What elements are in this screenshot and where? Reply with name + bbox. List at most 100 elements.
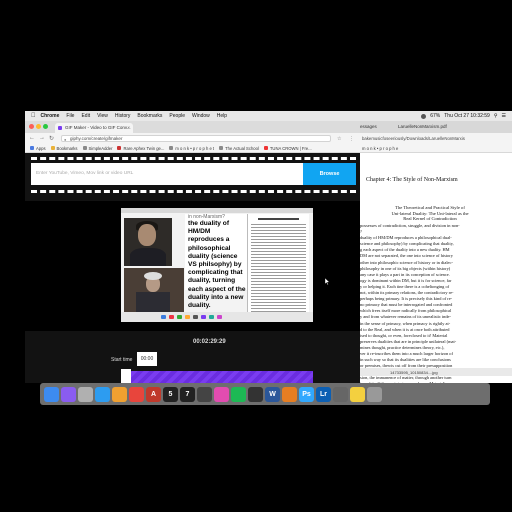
video-url-input[interactable]: Enter YouTube, Vimeo, Mov link or video … xyxy=(31,163,303,185)
doc-text-line xyxy=(251,230,306,231)
tab-pdf[interactable]: LaruelleNonMarxism.pdf xyxy=(398,124,447,129)
finder-icon[interactable] xyxy=(44,386,59,402)
menu-people[interactable]: People xyxy=(169,113,185,119)
video-preview[interactable]: in non-Marxism? the duality of HM/DM repr… xyxy=(25,201,360,331)
logic-icon[interactable] xyxy=(197,386,212,402)
more-icon[interactable]: ⋮ xyxy=(349,136,354,142)
bookmark-aphex[interactable]: Rare Aphex Twin ge... xyxy=(117,146,164,151)
terminal-icon[interactable] xyxy=(248,386,263,402)
tab-gif-maker[interactable]: GIF Maker - Video to GIF Conv... × xyxy=(55,123,133,133)
doc-text-line xyxy=(251,227,306,228)
bookmark-label: Apps xyxy=(36,145,46,151)
chapter-title: Chapter 4: The Style of Non-Marxism xyxy=(366,177,458,183)
bookmark-label: SimpleAdder xyxy=(88,145,113,151)
dock-icon xyxy=(201,315,206,319)
chrome-icon[interactable] xyxy=(129,386,144,402)
dictionary-icon[interactable]: A xyxy=(146,386,161,402)
bookmark-apps[interactable]: Apps xyxy=(30,146,46,151)
dock-icon xyxy=(217,315,222,319)
apps-icon xyxy=(30,146,34,150)
doc-text-line xyxy=(251,266,306,267)
page-icon xyxy=(263,146,268,150)
notes-icon[interactable] xyxy=(350,386,365,402)
giphy-favicon-icon xyxy=(58,126,62,130)
doc-text-line xyxy=(251,251,306,252)
browse-button[interactable]: Browse xyxy=(303,163,356,185)
bookmark-monk[interactable]: m o n k • p r o p h e t xyxy=(169,146,214,151)
browser-toolbar: ← → ↻ ● giphy.com/create/gifmaker ☆ ⋮ xyxy=(25,133,360,144)
doc-title-line xyxy=(258,218,299,220)
page-icon xyxy=(219,146,224,150)
dock-icon xyxy=(193,315,198,319)
menu-app-name[interactable]: Chrome xyxy=(41,113,60,119)
seven-icon[interactable]: 7 xyxy=(180,386,195,402)
safari-icon[interactable] xyxy=(95,386,110,402)
bookmark-school[interactable]: The Actual School xyxy=(219,146,259,151)
timeline-handle[interactable] xyxy=(121,369,131,383)
launchpad-icon[interactable] xyxy=(78,386,93,402)
search-icon[interactable]: ⚲ xyxy=(494,113,498,119)
doc-text-line xyxy=(251,263,306,264)
pdf-address-bar[interactable]: bakemusicfoseeriously/Downloads/Laruelle… xyxy=(360,133,512,144)
reload-icon[interactable]: ↻ xyxy=(49,135,54,142)
siri-icon[interactable] xyxy=(61,386,76,402)
clock[interactable]: Thu Oct 27 10:32:59 xyxy=(444,113,490,119)
timeline-track[interactable] xyxy=(121,371,313,383)
menu-view[interactable]: View xyxy=(97,113,108,119)
menu-file[interactable]: File xyxy=(66,113,74,119)
bookmark-label: m o n k • p r o p h e t xyxy=(175,145,215,151)
zoom-window-icon[interactable] xyxy=(43,124,48,129)
start-time-input[interactable]: 00:00 xyxy=(137,352,157,366)
doc-text-line xyxy=(251,275,306,276)
pdf-bookmarks-bar[interactable]: m o n k • p r o p h e xyxy=(360,144,512,153)
close-tab-icon[interactable]: × xyxy=(127,125,130,130)
doc-text-line xyxy=(251,308,306,309)
menu-history[interactable]: History xyxy=(115,113,131,119)
bookmark-bookmarks[interactable]: Bookmarks xyxy=(50,146,78,151)
app-icon[interactable] xyxy=(282,386,297,402)
menu-list-icon[interactable]: ☰ xyxy=(502,113,506,119)
menu-help[interactable]: Help xyxy=(217,113,227,119)
wifi-icon[interactable] xyxy=(421,113,427,119)
star-icon[interactable]: ☆ xyxy=(337,136,341,142)
itunes-icon[interactable] xyxy=(214,386,229,402)
video-browser-bar xyxy=(121,208,313,213)
status-area: 67% Thu Oct 27 10:32:59 ⚲ ☰ xyxy=(421,111,506,121)
doc-text-line xyxy=(251,239,306,240)
download-item[interactable]: 14733595_10150834....jpg xyxy=(390,370,438,375)
five-icon[interactable]: 5 xyxy=(163,386,178,402)
gif-controls: 00:02:29:29 Start time 00:00 xyxy=(25,331,360,383)
apple-menu-icon[interactable]:  xyxy=(31,113,36,119)
forward-icon[interactable]: → xyxy=(39,135,45,141)
ableton-icon[interactable] xyxy=(333,386,348,402)
trash-icon[interactable] xyxy=(367,386,382,402)
lightroom-icon[interactable]: Lr xyxy=(316,386,331,402)
address-url: giphy.com/create/gifmaker xyxy=(70,136,123,141)
mouse-cursor-icon xyxy=(325,278,330,285)
bookmark-simpleadder[interactable]: SimpleAdder xyxy=(82,145,113,151)
battery-level[interactable]: 67% xyxy=(430,113,440,119)
ps-icon[interactable]: Ps xyxy=(299,386,314,402)
speaker-body xyxy=(130,248,166,266)
tab-messages[interactable]: essages xyxy=(360,124,377,129)
spotify-icon[interactable] xyxy=(231,386,246,402)
menu-bookmarks[interactable]: Bookmarks xyxy=(137,113,162,119)
bookmark-tuna[interactable]: TUNA CROWN | Fre... xyxy=(263,146,312,151)
close-window-icon[interactable] xyxy=(29,124,34,129)
dock-icon xyxy=(209,315,214,319)
menu-window[interactable]: Window xyxy=(192,113,210,119)
minimize-window-icon[interactable] xyxy=(36,124,41,129)
menu-edit[interactable]: Edit xyxy=(81,113,90,119)
doc-text-line xyxy=(251,299,306,300)
address-bar[interactable]: ● giphy.com/create/gifmaker xyxy=(61,135,331,142)
doc-text-line xyxy=(251,233,306,234)
doc-text-line xyxy=(251,236,306,237)
word-icon[interactable]: W xyxy=(265,386,280,402)
chrome-window: GIF Maker - Video to GIF Conv... × ← → ↻… xyxy=(25,121,360,383)
back-icon[interactable]: ← xyxy=(29,135,35,141)
page-icon xyxy=(82,146,87,150)
menu-bar:  Chrome File Edit View History Bookmark… xyxy=(25,111,512,121)
dock-icon xyxy=(177,315,182,319)
speaker-image-2 xyxy=(124,268,184,312)
photos-icon[interactable] xyxy=(112,386,127,402)
